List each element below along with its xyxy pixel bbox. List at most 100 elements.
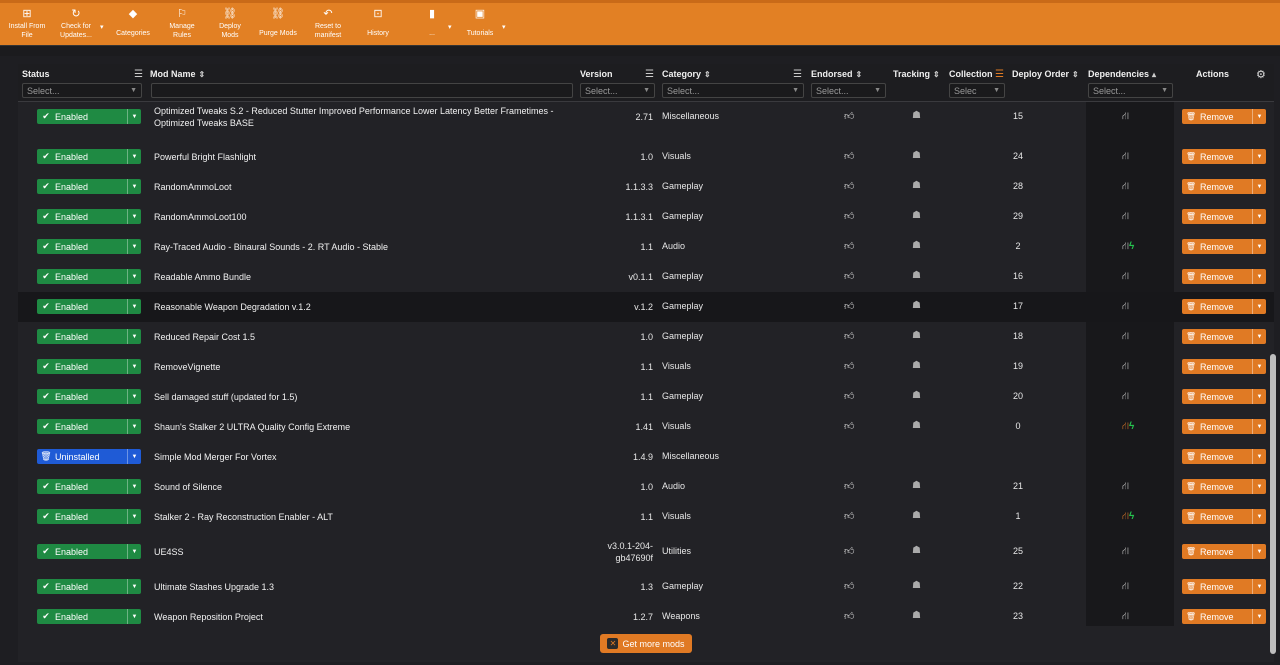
chevron-down-icon[interactable]: ▼ [1252, 209, 1266, 224]
status-toggle[interactable]: ✔ Enabled ▼ [37, 329, 141, 344]
remove-button[interactable]: 🗑 Remove ▼ [1182, 579, 1266, 594]
remove-button[interactable]: 🗑 Remove ▼ [1182, 479, 1266, 494]
chevron-down-icon[interactable]: ▼ [1252, 179, 1266, 194]
thumbs-up-icon[interactable]: 👍︎ [844, 360, 854, 372]
table-row[interactable]: 🗑 Uninstalled ▼ Simple Mod Merger For Vo… [18, 442, 1274, 472]
table-row[interactable]: ✔ Enabled ▼ Shaun's Stalker 2 ULTRA Qual… [18, 412, 1274, 442]
mod-name-filter[interactable] [151, 83, 573, 98]
remove-button[interactable]: 🗑 Remove ▼ [1182, 389, 1266, 404]
dependencies-icon[interactable]: ⛙ [1122, 211, 1129, 224]
chevron-down-icon[interactable]: ▼ [1252, 299, 1266, 314]
thumbs-up-icon[interactable]: 👍︎ [844, 420, 854, 432]
thumbs-up-icon[interactable]: 👍︎ [844, 390, 854, 402]
tracking-icon[interactable]: ☗ [912, 510, 921, 521]
thumbs-up-icon[interactable]: 👍︎ [844, 300, 854, 312]
tracking-icon[interactable]: ☗ [912, 360, 921, 371]
thumbs-up-icon[interactable]: 👍︎ [844, 270, 854, 282]
thumbs-up-icon[interactable]: 👍︎ [844, 480, 854, 492]
chevron-down-icon[interactable]: ▼ [1252, 579, 1266, 594]
status-toggle[interactable]: ✔ Enabled ▼ [37, 479, 141, 494]
thumbs-up-icon[interactable]: 👍︎ [844, 210, 854, 222]
header-deploy-order[interactable]: Deploy Order ⇕ [1012, 69, 1079, 79]
list-icon[interactable]: ☰ [134, 69, 143, 80]
chevron-down-icon[interactable]: ▼ [1252, 449, 1266, 464]
list-icon[interactable]: ☰ [645, 69, 654, 80]
chevron-down-icon[interactable]: ▼ [1252, 239, 1266, 254]
chevron-down-icon[interactable]: ▼ [1252, 389, 1266, 404]
chevron-down-icon[interactable]: ▼ [127, 299, 141, 314]
chevron-down-icon[interactable]: ▼ [127, 109, 141, 124]
tracking-icon[interactable]: ☗ [912, 545, 921, 556]
gear-icon[interactable]: ⚙ [1256, 68, 1266, 81]
thumbs-up-icon[interactable]: 👍︎ [844, 180, 854, 192]
dependencies-icon[interactable]: ⛙ [1122, 271, 1129, 284]
dependencies-icon[interactable]: ⛙ [1122, 581, 1129, 594]
categories-button[interactable]: ◆ Categories [108, 3, 158, 38]
remove-button[interactable]: 🗑 Remove ▼ [1182, 299, 1266, 314]
check-for-updates-button[interactable]: ↻ Check for Updates... ▾ [50, 3, 103, 40]
collection-filter[interactable]: Selec ▼ [949, 83, 1005, 98]
dependencies-icon[interactable]: ⛙ [1122, 481, 1129, 494]
chevron-down-icon[interactable]: ▼ [127, 359, 141, 374]
tracking-icon[interactable]: ☗ [912, 390, 921, 401]
chevron-down-icon[interactable]: ▾ [502, 23, 506, 32]
table-row[interactable]: ✔ Enabled ▼ Optimized Tweaks S.2 - Reduc… [18, 102, 1274, 132]
dependencies-icon[interactable]: ⛙ [1122, 546, 1129, 559]
table-row[interactable]: ✔ Enabled ▼ RandomAmmoLoot 1.1.3.3 Gamep… [18, 172, 1274, 202]
chevron-down-icon[interactable]: ▼ [127, 329, 141, 344]
purge-mods-button[interactable]: ⛓ Purge Mods [254, 3, 302, 38]
thumbs-up-icon[interactable]: 👍︎ [844, 510, 854, 522]
status-toggle[interactable]: ✔ Enabled ▼ [37, 389, 141, 404]
chevron-down-icon[interactable]: ▼ [127, 149, 141, 164]
manage-rules-button[interactable]: ⚐ Manage Rules [158, 3, 206, 40]
header-dependencies[interactable]: Dependencies ▴ [1088, 69, 1156, 79]
status-toggle[interactable]: ✔ Enabled ▼ [37, 109, 141, 124]
table-row[interactable]: ✔ Enabled ▼ Sound of Silence 1.0 Audio 👍… [18, 472, 1274, 502]
scrollbar[interactable] [1270, 354, 1276, 654]
deploy-mods-button[interactable]: ⛓ Deploy Mods [206, 3, 254, 40]
chevron-down-icon[interactable]: ▼ [1252, 109, 1266, 124]
chevron-down-icon[interactable]: ▼ [1252, 329, 1266, 344]
dependencies-icon[interactable]: ⛙ [1122, 151, 1129, 164]
chevron-down-icon[interactable]: ▼ [127, 179, 141, 194]
header-version[interactable]: Version [580, 69, 613, 79]
remove-button[interactable]: 🗑 Remove ▼ [1182, 609, 1266, 624]
remove-button[interactable]: 🗑 Remove ▼ [1182, 109, 1266, 124]
list-icon[interactable]: ☰ [995, 69, 1004, 80]
dependencies-icon[interactable]: ⛙ϟ [1122, 421, 1134, 434]
tracking-icon[interactable]: ☗ [912, 480, 921, 491]
thumbs-up-icon[interactable]: 👍︎ [844, 580, 854, 592]
status-toggle[interactable]: ✔ Enabled ▼ [37, 359, 141, 374]
list-icon[interactable]: ☰ [793, 69, 802, 80]
status-toggle[interactable]: ✔ Enabled ▼ [37, 579, 141, 594]
status-toggle[interactable]: ✔ Enabled ▼ [37, 419, 141, 434]
remove-button[interactable]: 🗑 Remove ▼ [1182, 239, 1266, 254]
chevron-down-icon[interactable]: ▼ [127, 479, 141, 494]
remove-button[interactable]: 🗑 Remove ▼ [1182, 149, 1266, 164]
tracking-icon[interactable]: ☗ [912, 300, 921, 311]
dependencies-icon[interactable]: ⛙ϟ [1122, 241, 1134, 254]
remove-button[interactable]: 🗑 Remove ▼ [1182, 544, 1266, 559]
status-toggle[interactable]: ✔ Enabled ▼ [37, 509, 141, 524]
chevron-down-icon[interactable]: ▼ [127, 609, 141, 624]
status-toggle[interactable]: ✔ Enabled ▼ [37, 299, 141, 314]
header-endorsed[interactable]: Endorsed ⇕ [811, 69, 862, 79]
thumbs-up-icon[interactable]: 👍︎ [844, 150, 854, 162]
version-filter[interactable]: Select... ▼ [580, 83, 655, 98]
reset-to-manifest-button[interactable]: ↶ Reset to manifest [302, 3, 354, 40]
chevron-down-icon[interactable]: ▼ [1252, 609, 1266, 624]
table-row[interactable]: ✔ Enabled ▼ RemoveVignette 1.1 Visuals 👍… [18, 352, 1274, 382]
chevron-down-icon[interactable]: ▼ [127, 209, 141, 224]
chevron-down-icon[interactable]: ▼ [1252, 419, 1266, 434]
dependencies-icon[interactable]: ⛙ [1122, 611, 1129, 624]
category-filter[interactable]: Select... ▼ [662, 83, 804, 98]
chevron-down-icon[interactable]: ▼ [127, 419, 141, 434]
dependencies-icon[interactable]: ⛙ϟ [1122, 511, 1134, 524]
folder-button[interactable]: ▮ ... ▾ [408, 3, 456, 38]
tutorials-button[interactable]: ▣ Tutorials ▾ [456, 3, 506, 38]
table-row[interactable]: ✔ Enabled ▼ Stalker 2 - Ray Reconstructi… [18, 502, 1274, 532]
status-toggle[interactable]: ✔ Enabled ▼ [37, 544, 141, 559]
table-row[interactable]: ✔ Enabled ▼ UE4SS v3.0.1-204-gb47690f Ut… [18, 532, 1274, 572]
table-row[interactable]: ✔ Enabled ▼ Reasonable Weapon Degradatio… [18, 292, 1274, 322]
history-button[interactable]: ⊡ History [354, 3, 402, 38]
